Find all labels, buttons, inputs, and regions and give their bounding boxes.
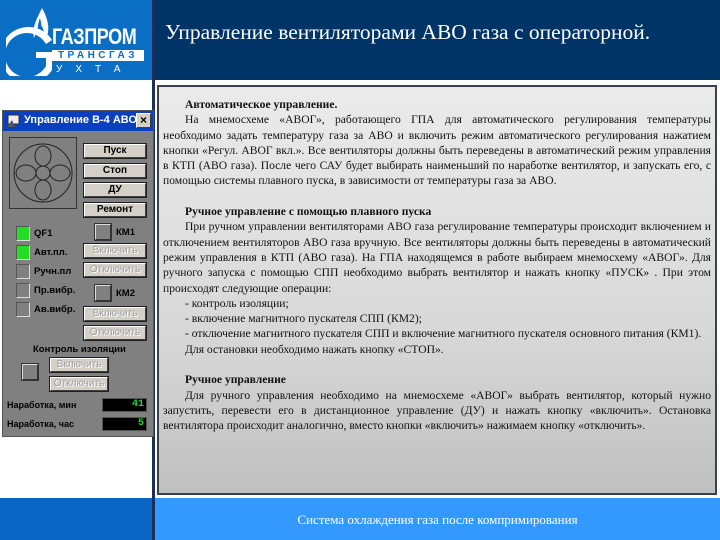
insulation-on-button[interactable]: Включить [49,357,109,373]
operation-item: - отключение магнитного пускателя СПП и … [185,327,702,341]
app-icon [7,114,20,127]
km1-off-button[interactable]: Отключить [83,262,147,278]
km2-label: КМ2 [116,288,135,299]
footer-left-bar [0,498,152,540]
indicator-pre-vibration [16,283,30,298]
start-button[interactable]: Пуск [83,143,147,159]
section-heading: Ручное управление с помощью плавного пус… [185,205,432,219]
operation-item: - контроль изоляции; [185,296,289,310]
runtime-minutes-value: 41 [102,398,147,412]
stop-note: Для остановки необходимо нажать кнопку «… [185,342,444,356]
footer-bar: Система охлаждения газа после компримиро… [155,498,720,540]
km1-label: КМ1 [116,227,135,238]
header-bar: Управление вентиляторами АВО газа с опер… [155,0,720,80]
logo-wordmark: ГАЗПРОМ [52,24,137,49]
fan-control-window: Управление В-4 АВО-1 × Пуск Стоп ДУ Ремо… [2,110,154,437]
insulation-indicator [21,363,39,381]
gazprom-flame-icon [6,8,52,76]
logo-subtitle: ТРАНСГАЗ [52,50,144,61]
runtime-minutes-label: Наработка, мин [7,400,77,410]
indicator-manual-soft [16,264,30,279]
section-body: Для ручного управления необходимо на мне… [163,388,711,433]
section-heading: Ручное управление [185,373,286,387]
remote-control-button[interactable]: ДУ [83,182,147,198]
logo-city: УХТА [56,64,134,75]
insulation-off-button[interactable]: Отключить [49,376,109,392]
stop-button[interactable]: Стоп [83,163,147,179]
description-panel: Автоматическое управление. На мнемосхеме… [157,85,717,495]
km1-on-button[interactable]: Включить [83,243,147,259]
fan-symbol [9,137,77,209]
km2-off-button[interactable]: Отключить [83,325,147,341]
indicator-label: Пр.вибр. [34,285,76,296]
indicator-label: Ав.вибр. [34,304,76,315]
section-body: На мнемосхеме «АВОГ», работающего ГПА дл… [163,113,711,188]
km1-indicator [94,223,112,241]
indicator-qf1 [16,226,30,241]
fan-icon [13,143,73,203]
km2-on-button[interactable]: Включить [83,306,147,322]
section-heading: Автоматическое управление. [185,98,338,111]
indicator-label: Авт.пл. [34,247,68,258]
indicator-alarm-vibration [16,302,30,317]
close-button[interactable]: × [136,113,151,128]
window-title: Управление В-4 АВО-1 [24,114,147,126]
repair-button[interactable]: Ремонт [83,202,147,218]
section-body: При ручном управлении вентиляторами АВО … [163,220,711,295]
km2-indicator [94,284,112,302]
indicator-label: QF1 [34,228,53,239]
company-logo: ГАЗПРОМ ТРАНСГАЗ УХТА [0,0,152,80]
indicator-auto-soft [16,245,30,260]
footer-caption: Система охлаждения газа после компримиро… [297,512,578,527]
runtime-hours-label: Наработка, час [7,419,74,429]
operation-item: - включение магнитного пускателя СПП (КМ… [185,312,422,326]
insulation-control-label: Контроль изоляции [33,344,126,355]
page-title: Управление вентиляторами АВО газа с опер… [165,20,651,44]
window-titlebar: Управление В-4 АВО-1 × [3,111,153,131]
indicator-label: Ручн.пл [34,266,72,277]
runtime-hours-value: 5 [102,417,147,431]
